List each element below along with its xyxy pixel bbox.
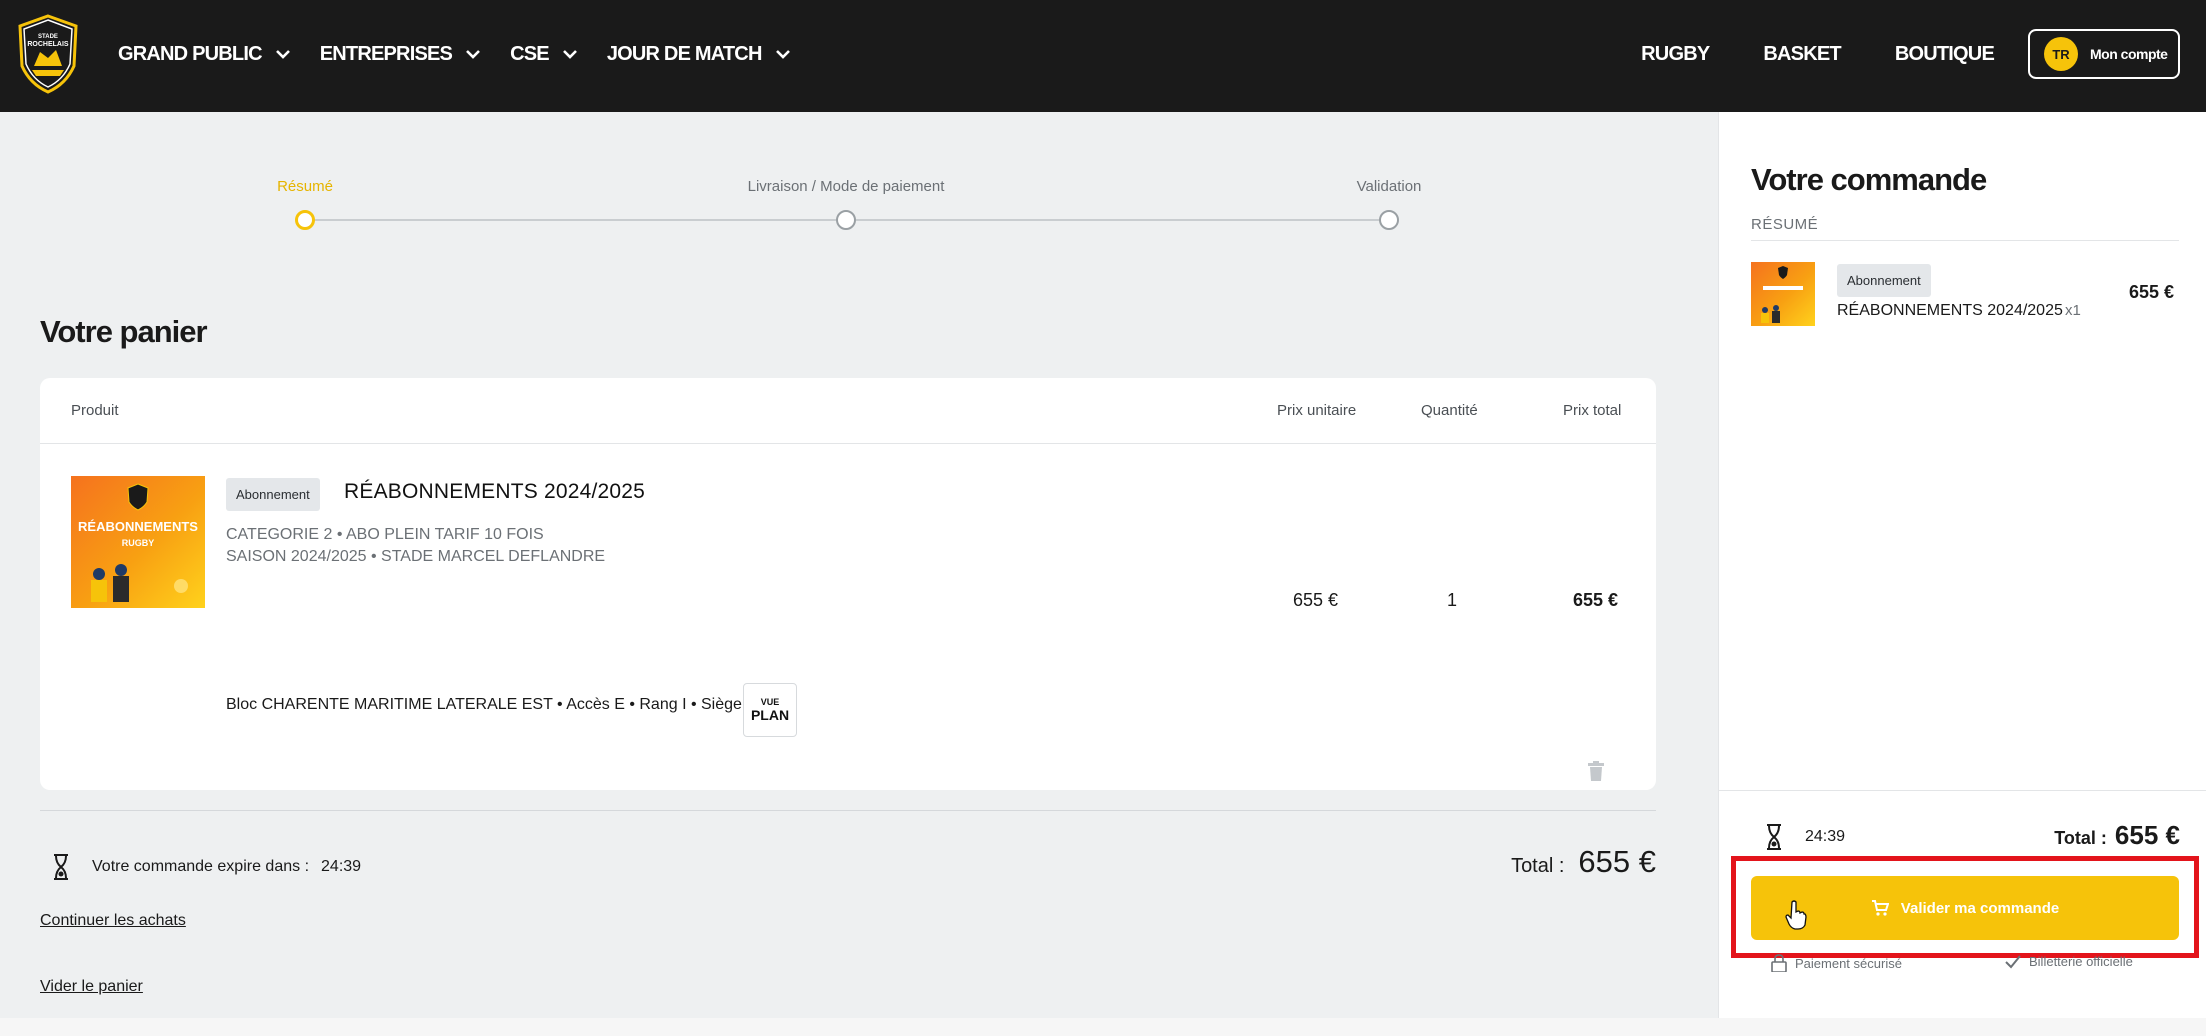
nav-basket[interactable]: BASKET <box>1763 43 1841 66</box>
nav-jour-de-match[interactable]: JOUR DE MATCH <box>607 43 790 66</box>
order-item-image <box>1751 262 1815 326</box>
order-item-price: 655 € <box>2129 282 2175 302</box>
logo-shield-icon: STADE ROCHELAIS <box>18 14 78 94</box>
sidebar-timer-value: 24:39 <box>1805 828 1846 845</box>
stade-rochelais-logo[interactable]: STADE ROCHELAIS <box>16 14 80 94</box>
col-produit: Produit <box>71 402 119 419</box>
expiry-notice: Votre commande expire dans : 24:39 <box>52 854 361 880</box>
product-name: RÉABONNEMENTS 2024/2025 <box>344 480 646 503</box>
chevron-down-icon <box>466 49 480 59</box>
sidebar-footer-divider <box>1719 790 2206 791</box>
trust-official-label: Billetterie officielle <box>2029 954 2133 969</box>
nav-boutique[interactable]: BOUTIQUE <box>1895 43 1995 66</box>
col-prix-unitaire: Prix unitaire <box>1277 402 1357 419</box>
vue-plan-top: VUE <box>760 697 780 707</box>
main-content: Résumé Livraison / Mode de paiement Vali… <box>0 112 1718 1018</box>
summary-divider <box>40 810 1656 811</box>
trust-secure-label: Paiement sécurisé <box>1795 955 1902 971</box>
nav-jour-de-match-label: JOUR DE MATCH <box>606 42 763 65</box>
empty-cart-link[interactable]: Vider le panier <box>40 978 143 996</box>
svg-text:RUGBY: RUGBY <box>122 538 155 548</box>
nav-rugby[interactable]: RUGBY <box>1641 43 1710 66</box>
chevron-down-icon <box>562 49 577 59</box>
cart-table-header: Produit Prix unitaire Quantité Prix tota… <box>40 378 1656 444</box>
nav-cse[interactable]: CSE <box>510 43 577 66</box>
col-prix-total: Prix total <box>1563 402 1622 419</box>
account-button[interactable]: TR Mon compte <box>2028 29 2180 79</box>
unit-price-value: 655 € <box>1293 590 1339 610</box>
nav-grand-public-label: GRAND PUBLIC <box>118 42 263 65</box>
sidebar-timer: 24:39 <box>1765 824 1845 850</box>
nav-cse-label: CSE <box>510 42 550 65</box>
hourglass-icon <box>54 854 68 880</box>
hand-cursor-icon <box>1785 900 1807 930</box>
svg-text:STADE: STADE <box>38 34 58 40</box>
nav-grand-public[interactable]: GRAND PUBLIC <box>118 43 290 66</box>
step-dot-resume <box>295 210 315 230</box>
product-image: RÉABONNEMENTS RUGBY <box>71 476 205 608</box>
shopping-cart-icon <box>1871 900 1889 916</box>
step-dot-livraison <box>836 210 856 230</box>
validate-order-label: Valider ma commande <box>1900 899 2060 917</box>
col-quantite: Quantité <box>1421 402 1478 419</box>
sidebar-total-value: 655 € <box>2114 820 2180 850</box>
expiry-timer: 24:39 <box>321 858 362 875</box>
product-seat: Bloc CHARENTE MARITIME LATERALE EST • Ac… <box>226 696 774 713</box>
order-summary-sidebar: Votre commande RÉSUMÉ Abonnement RÉABONN… <box>1718 112 2206 1018</box>
step-label-livraison: Livraison / Mode de paiement <box>747 178 945 195</box>
account-label: Mon compte <box>2090 46 2168 62</box>
expiry-label: Votre commande expire dans : <box>92 858 310 875</box>
order-item-badge: Abonnement <box>1837 264 1931 297</box>
cart-total-value: 655 € <box>1578 844 1656 879</box>
trust-official-ticketing: Billetterie officielle <box>2005 954 2133 969</box>
order-summary-divider <box>1751 240 2179 241</box>
order-item-thumbnail-icon <box>1751 262 1815 326</box>
chevron-down-icon <box>275 49 290 59</box>
page-bottom-strip <box>0 1018 2206 1036</box>
cart-total-label: Total : <box>1511 855 1565 877</box>
nav-entreprises[interactable]: ENTREPRISES <box>320 43 480 66</box>
order-summary-section-label: RÉSUMÉ <box>1751 216 1819 233</box>
check-icon <box>2005 954 2021 968</box>
step-label-validation: Validation <box>1356 178 1422 195</box>
avatar: TR <box>2044 37 2078 71</box>
cart-title: Votre panier <box>40 314 208 349</box>
product-category: CATEGORIE 2 • ABO PLEIN TARIF 10 FOIS <box>226 526 544 543</box>
continue-shopping-link[interactable]: Continuer les achats <box>40 912 186 930</box>
step-label-resume: Résumé <box>277 178 333 195</box>
product-type-badge: Abonnement <box>226 478 320 511</box>
step-dot-validation <box>1379 210 1399 230</box>
chevron-down-icon <box>775 49 790 59</box>
total-price-value: 655 € <box>1573 590 1619 610</box>
product-season: SAISON 2024/2025 • STADE MARCEL DEFLANDR… <box>226 548 606 565</box>
cart-table: Produit Prix unitaire Quantité Prix tota… <box>40 378 1656 790</box>
stepper-line <box>306 219 846 221</box>
trash-icon[interactable] <box>1587 761 1605 781</box>
order-item-qty: x1 <box>2065 302 2081 319</box>
order-item-name: RÉABONNEMENTS 2024/2025 <box>1837 302 2063 319</box>
trust-secure-payment: Paiement sécurisé <box>1771 954 1902 972</box>
stepper-line <box>856 219 1380 221</box>
vue-plan-bottom: PLAN <box>750 707 790 723</box>
product-thumbnail-icon: RÉABONNEMENTS RUGBY <box>71 476 205 608</box>
validate-order-button[interactable]: Valider ma commande <box>1751 876 2179 940</box>
hourglass-icon <box>1767 824 1781 850</box>
svg-text:ROCHELAIS: ROCHELAIS <box>27 41 69 48</box>
sidebar-total: Total : 655 € <box>2054 820 2180 851</box>
vue-plan-button[interactable]: VUE PLAN <box>743 683 797 737</box>
quantity-value: 1 <box>1447 590 1458 610</box>
top-navigation-bar: STADE ROCHELAIS GRAND PUBLIC ENTREPRISES… <box>0 0 2206 112</box>
svg-text:RÉABONNEMENTS: RÉABONNEMENTS <box>78 519 198 534</box>
checkout-stepper: Résumé Livraison / Mode de paiement Vali… <box>0 112 1718 242</box>
lock-icon <box>1771 954 1787 972</box>
cart-total: Total : 655 € <box>1511 844 1656 880</box>
sidebar-total-label: Total : <box>2054 828 2107 848</box>
order-summary-title: Votre commande <box>1751 162 1987 197</box>
nav-entreprises-label: ENTREPRISES <box>319 42 453 65</box>
